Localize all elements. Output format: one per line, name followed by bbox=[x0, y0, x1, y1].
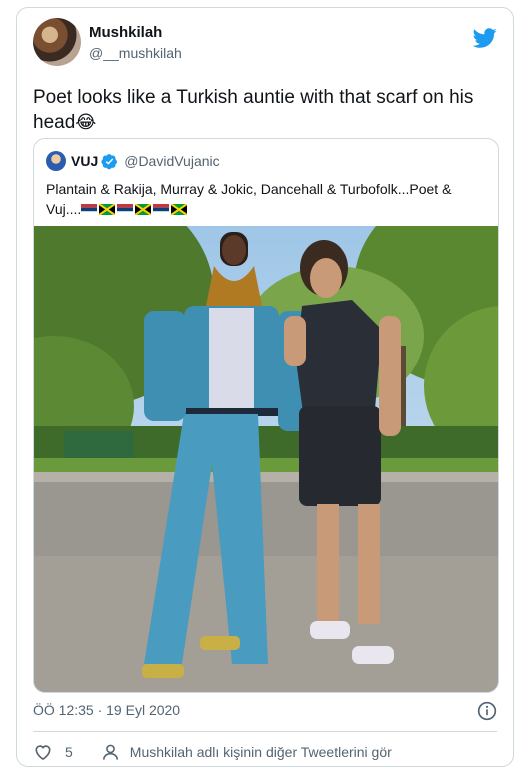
more-tweets-label: Mushkilah adlı kişinin diğer Tweetlerini… bbox=[129, 744, 392, 760]
like-count: 5 bbox=[65, 744, 73, 760]
jamaica-flag-icon bbox=[135, 204, 152, 215]
footer-divider bbox=[33, 731, 497, 732]
author-names: Mushkilah @__mushkilah bbox=[89, 24, 182, 62]
tears-of-joy-emoji-icon: 😂 bbox=[75, 112, 97, 133]
quoted-author-handle: @DavidVujanic bbox=[124, 153, 220, 169]
serbia-flag-icon bbox=[117, 204, 134, 215]
author-avatar[interactable] bbox=[33, 18, 81, 66]
verified-badge-icon bbox=[101, 153, 118, 169]
twitter-bird-icon[interactable] bbox=[473, 26, 497, 50]
like-button[interactable]: 5 bbox=[33, 742, 73, 762]
person-icon bbox=[102, 744, 118, 760]
tweet-text: Poet looks like a Turkish auntie with th… bbox=[33, 85, 493, 135]
quoted-tweet-text: Plantain & Rakija, Murray & Jokic, Dance… bbox=[46, 179, 486, 219]
quoted-author-avatar bbox=[46, 151, 66, 171]
serbia-flag-icon bbox=[153, 204, 170, 215]
quoted-tweet-header: VUJ @DavidVujanic bbox=[46, 151, 220, 171]
tweet-timestamp[interactable]: ÖÖ 12:35 · 19 Eyl 2020 bbox=[33, 702, 180, 718]
tweet-footer: 5 Mushkilah adlı kişinin diğer Tweetleri… bbox=[33, 737, 392, 767]
author-display-name[interactable]: Mushkilah bbox=[89, 24, 182, 42]
heart-icon bbox=[35, 745, 51, 761]
tweet-header: Mushkilah @__mushkilah bbox=[33, 18, 497, 68]
serbia-flag-icon bbox=[81, 204, 98, 215]
jamaica-flag-icon bbox=[171, 204, 188, 215]
quoted-author-name: VUJ bbox=[71, 153, 99, 169]
quoted-tweet[interactable]: VUJ @DavidVujanic Plantain & Rakija, Mur… bbox=[33, 138, 499, 693]
more-tweets-link[interactable]: Mushkilah adlı kişinin diğer Tweetlerini… bbox=[101, 743, 392, 762]
embedded-tweet-card: Mushkilah @__mushkilah Poet looks like a… bbox=[16, 7, 514, 767]
jamaica-flag-icon bbox=[99, 204, 116, 215]
author-handle[interactable]: @__mushkilah bbox=[89, 44, 182, 62]
tweet-body: Poet looks like a Turkish auntie with th… bbox=[33, 87, 474, 133]
flag-emoji-row bbox=[81, 201, 189, 217]
info-icon[interactable] bbox=[477, 701, 497, 721]
quoted-tweet-photo[interactable] bbox=[34, 226, 499, 693]
